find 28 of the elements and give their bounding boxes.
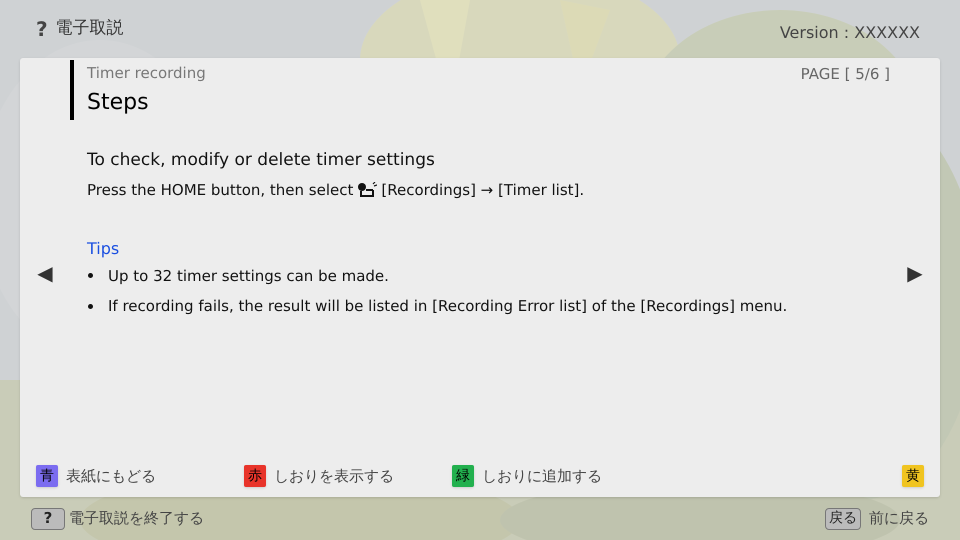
previous-page-button[interactable]: ◀	[37, 258, 53, 288]
subheading: To check, modify or delete timer settings	[87, 148, 436, 172]
color-key[interactable]: 赤	[244, 465, 266, 487]
help-icon: ?	[36, 14, 48, 44]
app-title: 電子取説	[56, 17, 124, 40]
back-label: 前に戻る	[869, 508, 929, 530]
color-key[interactable]: 緑	[452, 465, 474, 487]
color-key-label: しおりを表示する	[274, 466, 394, 487]
page-heading: Steps	[87, 88, 150, 116]
version-text: Version : XXXXXX	[780, 22, 921, 44]
help-key-button[interactable]: ?	[31, 508, 65, 530]
color-key[interactable]: 青	[36, 465, 58, 487]
color-key[interactable]: 黄	[902, 465, 924, 487]
bullet-icon	[88, 304, 93, 309]
tips-title: Tips	[87, 238, 120, 260]
instruction-text: Press the HOME button, then select	[87, 180, 354, 201]
exit-label: 電子取説を終了する	[69, 508, 204, 530]
recorder-icon	[357, 182, 378, 198]
next-page-button[interactable]: ▶	[907, 258, 923, 288]
tip-text: Up to 32 timer settings can be made.	[108, 266, 389, 286]
bullet-icon	[88, 273, 93, 278]
tip-text: If recording fails, the result will be listed in [Recording Error list] of the [Recordings] menu.	[108, 296, 788, 317]
back-key-button[interactable]: 戻る	[825, 508, 861, 530]
color-key-label: 表紙にもどる	[66, 466, 156, 487]
instruction-text: [Recordings] → [Timer list].	[381, 180, 584, 201]
section-title: Timer recording	[87, 63, 206, 84]
color-key-label: しおりに追加する	[482, 466, 602, 487]
page-indicator: PAGE [ 5/6 ]	[800, 64, 890, 85]
